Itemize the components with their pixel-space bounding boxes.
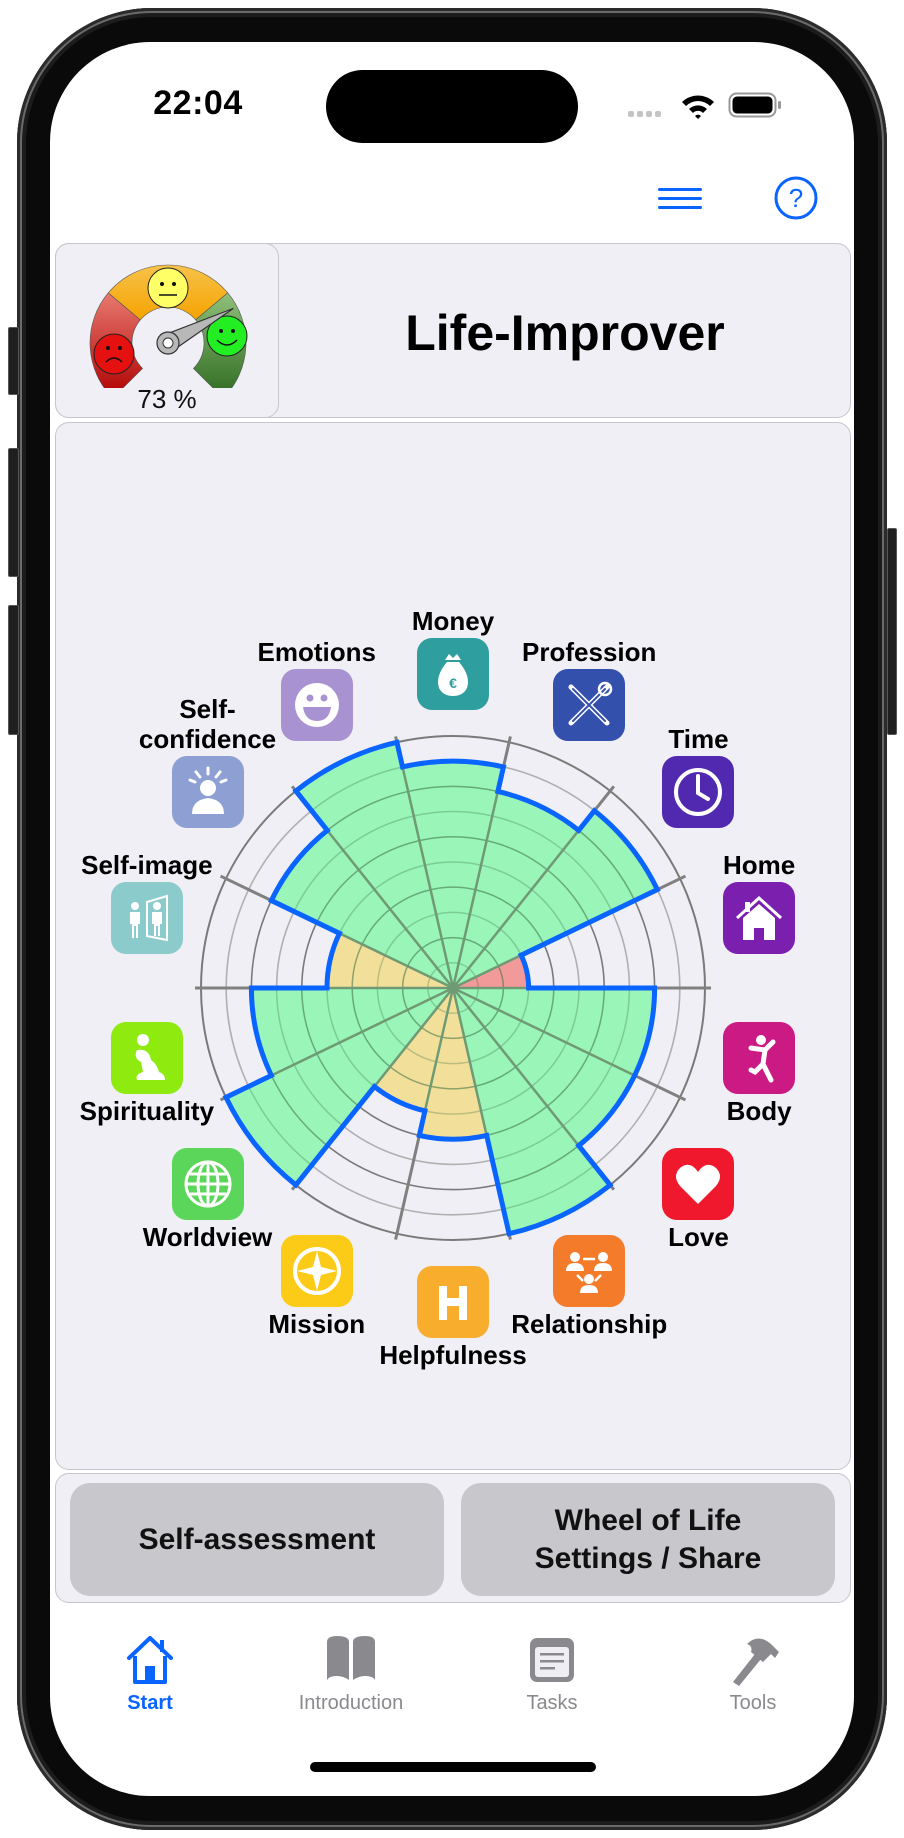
topic-label: Worldview	[142, 1221, 273, 1252]
dancing-person-icon	[748, 1034, 776, 1083]
topic-label: Body	[726, 1095, 792, 1126]
topic-mission-button[interactable]	[280, 1234, 353, 1307]
topic-label: Self-confidence	[138, 694, 277, 755]
wheel-panel: € Money Profession Time Home Body Love Relation…	[55, 422, 851, 1494]
settings-label-line1: Wheel of Life	[554, 1503, 742, 1537]
self-assessment-button[interactable]: Self-assessment	[70, 1483, 444, 1596]
wheel-spoke	[394, 1135, 421, 1240]
action-button	[8, 327, 19, 395]
tab-start[interactable]: Start	[60, 1632, 240, 1715]
topic-selfimage-button[interactable]	[110, 882, 183, 955]
topic-label: Helpfulness	[379, 1340, 527, 1370]
topic-profession-button[interactable]	[553, 669, 626, 742]
dynamic-island	[326, 70, 578, 143]
tab-introduction[interactable]: Introduction	[261, 1632, 441, 1715]
topic-label: Relationship	[511, 1308, 668, 1339]
hammer-icon	[733, 1638, 779, 1686]
battery-full-icon	[728, 92, 781, 118]
clock-icon	[674, 768, 723, 817]
gauge-percent: 73 %	[137, 384, 197, 414]
tab-bar: Start Introduction Tasks Tools	[50, 1632, 854, 1742]
list-card-icon	[530, 1638, 574, 1682]
topic-body-button[interactable]	[723, 1021, 796, 1094]
tab-start-label: Start	[127, 1692, 173, 1714]
settings-label-line2: Settings / Share	[534, 1541, 762, 1575]
topic-label: Self-image	[81, 850, 213, 881]
topic-home-button[interactable]	[723, 882, 796, 955]
people-network-icon	[566, 1251, 613, 1293]
topic-worldview-button[interactable]	[171, 1147, 244, 1220]
tab-tasks[interactable]: Tasks	[462, 1632, 642, 1715]
app-title: Life-Improver	[405, 305, 725, 361]
neutral-face-icon	[147, 267, 189, 309]
menu-button[interactable]	[656, 178, 704, 218]
cellular-signal-icon	[628, 111, 661, 117]
person-idea-icon	[188, 766, 227, 815]
topic-time-button[interactable]	[662, 756, 735, 829]
topic-label: Money	[411, 606, 495, 636]
volume-up-button	[8, 448, 19, 577]
praying-person-icon	[135, 1033, 165, 1080]
topic-helpfulness-button[interactable]	[417, 1266, 489, 1338]
volume-down-button	[8, 605, 19, 735]
topic-money-button[interactable]: €	[417, 638, 489, 710]
screen: 22:04 ? 73 % Life-Improver € Money Profe…	[50, 42, 854, 1796]
topic-label: Profession	[522, 637, 657, 668]
wifi-icon	[682, 95, 714, 119]
topic-love-button[interactable]	[662, 1147, 735, 1220]
tab-tasks-label: Tasks	[526, 1692, 578, 1714]
satisfaction-gauge[interactable]: 73 %	[55, 243, 279, 418]
topic-label: Love	[668, 1221, 729, 1252]
sad-face-icon	[93, 333, 135, 375]
wheel-spoke	[593, 785, 616, 812]
mirror-person-icon	[129, 894, 168, 942]
topic-spirituality-button[interactable]	[110, 1021, 183, 1094]
help-button[interactable]: ?	[773, 175, 819, 221]
topic-label: Time	[668, 724, 729, 755]
house-icon	[127, 1636, 173, 1684]
topic-label: Spirituality	[79, 1095, 215, 1126]
money-bag-euro-icon: €	[438, 654, 468, 696]
hamburger-menu-icon	[658, 188, 702, 209]
tab-tools[interactable]: Tools	[663, 1632, 843, 1715]
power-button	[887, 528, 897, 735]
open-book-icon	[327, 1636, 375, 1680]
topic-label: Emotions	[257, 637, 376, 668]
globe-icon	[184, 1160, 231, 1208]
status-time: 22:04	[153, 84, 243, 122]
topic-emotions-button[interactable]	[280, 669, 353, 742]
tab-introduction-label: Introduction	[298, 1692, 404, 1714]
topic-label: Mission	[268, 1308, 366, 1339]
home-indicator	[310, 1762, 596, 1772]
tab-tools-label: Tools	[729, 1692, 777, 1714]
hospital-h-icon	[439, 1286, 467, 1320]
heart-icon	[676, 1164, 721, 1204]
topic-selfconfidence-button[interactable]	[171, 756, 244, 829]
svg-text:?: ?	[789, 183, 803, 213]
self-assessment-label: Self-assessment	[138, 1522, 376, 1556]
compass-star-icon	[292, 1246, 341, 1295]
gauge-dial	[89, 264, 248, 388]
svg-text:€: €	[449, 675, 457, 691]
topic-relationship-button[interactable]	[553, 1234, 626, 1307]
smiley-icon	[294, 683, 339, 728]
house-icon	[736, 896, 783, 941]
tools-icon	[568, 681, 613, 726]
topic-label: Home	[723, 850, 796, 881]
wheel-settings-share-button[interactable]: Wheel of Life Settings / Share	[461, 1483, 835, 1596]
question-circle-icon: ?	[774, 176, 818, 220]
